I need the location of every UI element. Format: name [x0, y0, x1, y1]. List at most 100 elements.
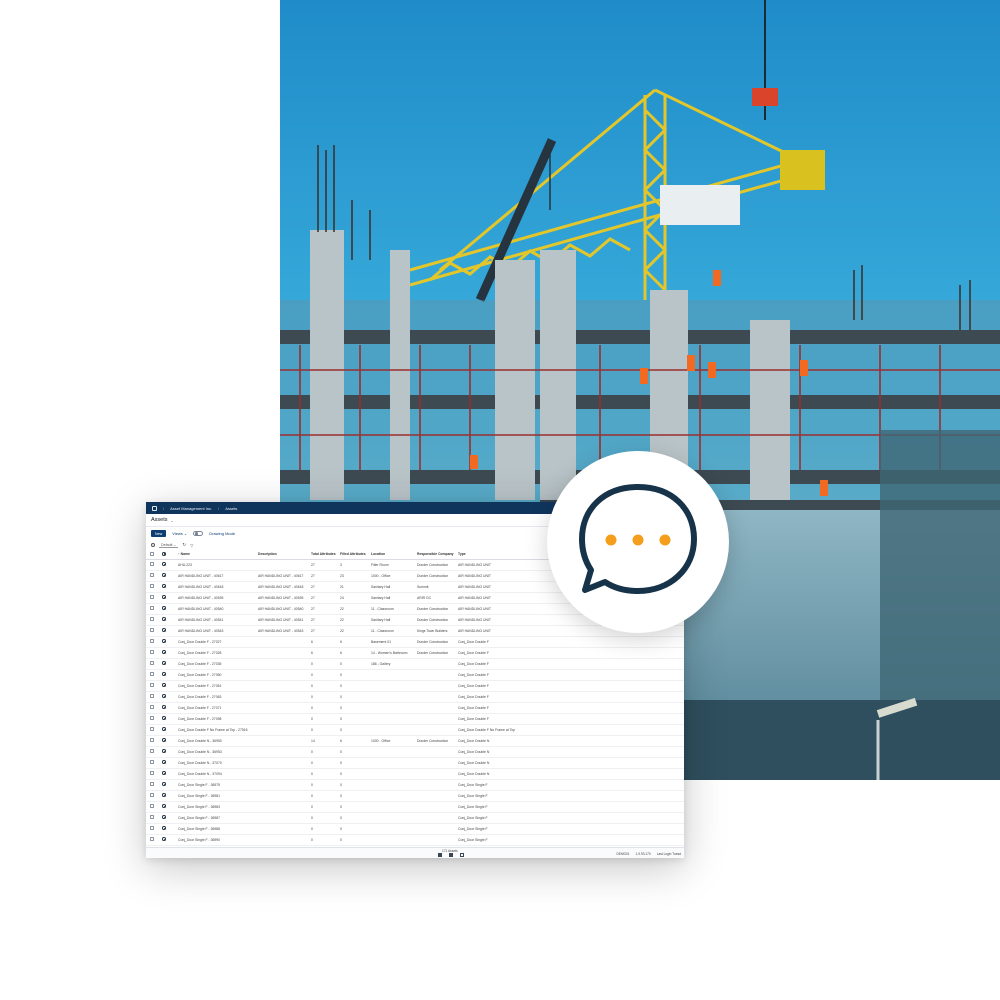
row-checkbox[interactable] [150, 771, 154, 775]
table-cell[interactable]: AHU-223 [178, 559, 258, 571]
table-cell[interactable]: Conj_Door Double F - 27035 [178, 658, 258, 670]
views-dropdown[interactable]: Views ⌄ [172, 531, 187, 536]
list-view-icon[interactable] [438, 853, 442, 857]
table-cell[interactable]: Conj_Door Double F - 27028 [178, 647, 258, 659]
column-header-name: Name [180, 552, 190, 557]
row-checkbox[interactable] [150, 727, 154, 731]
filter-icon[interactable]: ▽ [190, 543, 193, 548]
column-header[interactable]: Description [258, 550, 311, 560]
row-checkbox[interactable] [150, 584, 154, 588]
table-cell[interactable]: AIR HANDLING UNIT - 40541 [178, 614, 258, 626]
table-cell[interactable]: Conj_Door Double N - 37070 [178, 757, 258, 769]
row-checkbox[interactable] [150, 639, 154, 643]
breadcrumb-company[interactable]: Asset Management Inc. [170, 506, 212, 511]
new-button[interactable]: New [151, 530, 167, 537]
table-row[interactable]: Conj_Door Double F - 27071 0 0 Conj_Door Do… [146, 702, 684, 714]
table-row[interactable]: Conj_Door Single F - 36975 0 0 Conj_Door Si… [146, 779, 684, 791]
table-cell[interactable]: AIR HANDLING UNIT - 40543 [178, 625, 258, 637]
table-row[interactable]: Conj_Door Single F - 36990 0 0 Conj_Door Si… [146, 834, 684, 846]
table-row[interactable]: Conj_Door Double F - 27028 6 6 14 - Women's… [146, 647, 684, 659]
row-checkbox[interactable] [150, 617, 154, 621]
column-header[interactable]: ↑ Name [178, 550, 258, 560]
row-checkbox[interactable] [150, 793, 154, 797]
row-checkbox[interactable] [150, 782, 154, 786]
table-row[interactable]: Conj_Door Double N - 37094 0 0 Conj_Door Do… [146, 768, 684, 780]
table-row[interactable]: Conj_Door Single F - 36988 0 0 Conj_Door Si… [146, 823, 684, 835]
column-header[interactable]: Filled Attributes [340, 550, 371, 560]
row-type-cell [160, 724, 178, 736]
table-cell[interactable]: Conj_Door Double F - 27063 [178, 691, 258, 703]
row-checkbox[interactable] [150, 606, 154, 610]
row-checkbox[interactable] [150, 672, 154, 676]
breadcrumb-assets[interactable]: Assets [225, 506, 237, 511]
grid-view-icon[interactable] [460, 853, 464, 857]
row-checkbox[interactable] [150, 826, 154, 830]
row-checkbox[interactable] [150, 815, 154, 819]
globe-icon [162, 650, 166, 654]
table-row[interactable]: Conj_Door Double F - 27051 0 0 Conj_Door Do… [146, 680, 684, 692]
table-cell[interactable]: AIR HANDLING UNIT - 40618 [178, 581, 258, 593]
row-checkbox[interactable] [150, 683, 154, 687]
table-cell[interactable]: AIR HANDLING UNIT - 40539 [178, 592, 258, 604]
table-cell[interactable]: AIR HANDLING UNIT - 40617 [178, 570, 258, 582]
table-cell[interactable]: Conj_Door Single F - 36987 [178, 812, 258, 824]
table-cell[interactable]: Conj_Door Single F - 36988 [178, 823, 258, 835]
chevron-down-icon[interactable]: ⌄ [171, 518, 174, 523]
column-header[interactable]: Location [371, 550, 417, 560]
tile-view-icon[interactable] [449, 853, 453, 857]
table-row[interactable]: Conj_Door Single F - 36983 0 0 Conj_Door Si… [146, 801, 684, 813]
chat-badge[interactable] [547, 451, 729, 633]
table-row[interactable]: Conj_Door Single F - 36987 0 0 Conj_Door Si… [146, 812, 684, 824]
table-row[interactable]: Conj_Door Double N - 37070 0 0 Conj_Door Do… [146, 757, 684, 769]
table-row[interactable]: Conj_Door Double F - 27027 6 6 Basement 01 D… [146, 636, 684, 648]
row-checkbox[interactable] [150, 716, 154, 720]
table-cell[interactable]: AIR HANDLING UNIT - 40540 [178, 603, 258, 615]
row-checkbox[interactable] [150, 760, 154, 764]
table-cell[interactable]: Conj_Door Double N - 37094 [178, 768, 258, 780]
row-type-cell [160, 834, 178, 846]
table-cell: 27 [311, 559, 340, 571]
table-row[interactable]: Conj_Door Double F No Frame at Top - 275… [146, 724, 684, 736]
table-cell[interactable]: Conj_Door Double F - 27050 [178, 669, 258, 681]
row-checkbox[interactable] [150, 573, 154, 577]
refresh-icon[interactable]: ↻ [182, 542, 186, 548]
table-cell[interactable]: Conj_Door Double F - 27098 [178, 713, 258, 725]
column-header[interactable]: Total Attributes [311, 550, 340, 560]
table-cell[interactable]: Conj_Door Double N - 36950 [178, 735, 258, 747]
table-cell[interactable]: Conj_Door Double F No Frame at Top - 275… [178, 724, 258, 736]
row-checkbox[interactable] [150, 562, 154, 566]
table-cell: Conj_Door Double F [458, 713, 684, 725]
row-checkbox[interactable] [150, 705, 154, 709]
drawing-mode-toggle[interactable] [193, 531, 204, 536]
row-checkbox[interactable] [150, 749, 154, 753]
select-all-checkbox[interactable] [150, 551, 154, 556]
table-row[interactable]: Conj_Door Double F - 27063 0 0 Conj_Door Do… [146, 691, 684, 703]
row-checkbox[interactable] [150, 628, 154, 632]
row-checkbox[interactable] [150, 694, 154, 698]
table-row[interactable]: Conj_Door Double F - 27035 0 0 186 - Galler… [146, 658, 684, 670]
table-cell[interactable]: Conj_Door Double F - 27051 [178, 680, 258, 692]
row-checkbox[interactable] [150, 595, 154, 599]
row-checkbox[interactable] [150, 837, 154, 841]
home-icon[interactable] [152, 505, 157, 511]
table-cell[interactable]: Conj_Door Double F - 27027 [178, 636, 258, 648]
row-checkbox[interactable] [150, 650, 154, 654]
column-header[interactable]: Responsible Company [417, 550, 458, 560]
table-cell[interactable]: Conj_Door Double F - 27071 [178, 702, 258, 714]
table-cell[interactable]: Conj_Door Single F - 36981 [178, 790, 258, 802]
table-cell[interactable]: Conj_Door Single F - 36983 [178, 801, 258, 813]
row-checkbox[interactable] [150, 661, 154, 665]
row-checkbox[interactable] [150, 738, 154, 742]
table-row[interactable]: Conj_Door Double F - 27050 0 0 Conj_Door Do… [146, 669, 684, 681]
table-row[interactable]: Conj_Door Single F - 36981 0 0 Conj_Door Si… [146, 790, 684, 802]
table-row[interactable]: Conj_Door Double N - 36950 14 6 1000 - Offi… [146, 735, 684, 747]
search-icon[interactable] [151, 543, 155, 547]
table-cell[interactable]: Conj_Door Double N - 36953 [178, 746, 258, 758]
table-cell [371, 757, 417, 769]
table-row[interactable]: Conj_Door Double F - 27098 0 0 Conj_Door Do… [146, 713, 684, 725]
table-row[interactable]: Conj_Door Double N - 36953 0 0 Conj_Door Do… [146, 746, 684, 758]
default-view-select[interactable]: Default ⌄ [159, 543, 179, 548]
table-cell[interactable]: Conj_Door Single F - 36975 [178, 779, 258, 791]
table-cell[interactable]: Conj_Door Single F - 36990 [178, 834, 258, 846]
row-checkbox[interactable] [150, 804, 154, 808]
